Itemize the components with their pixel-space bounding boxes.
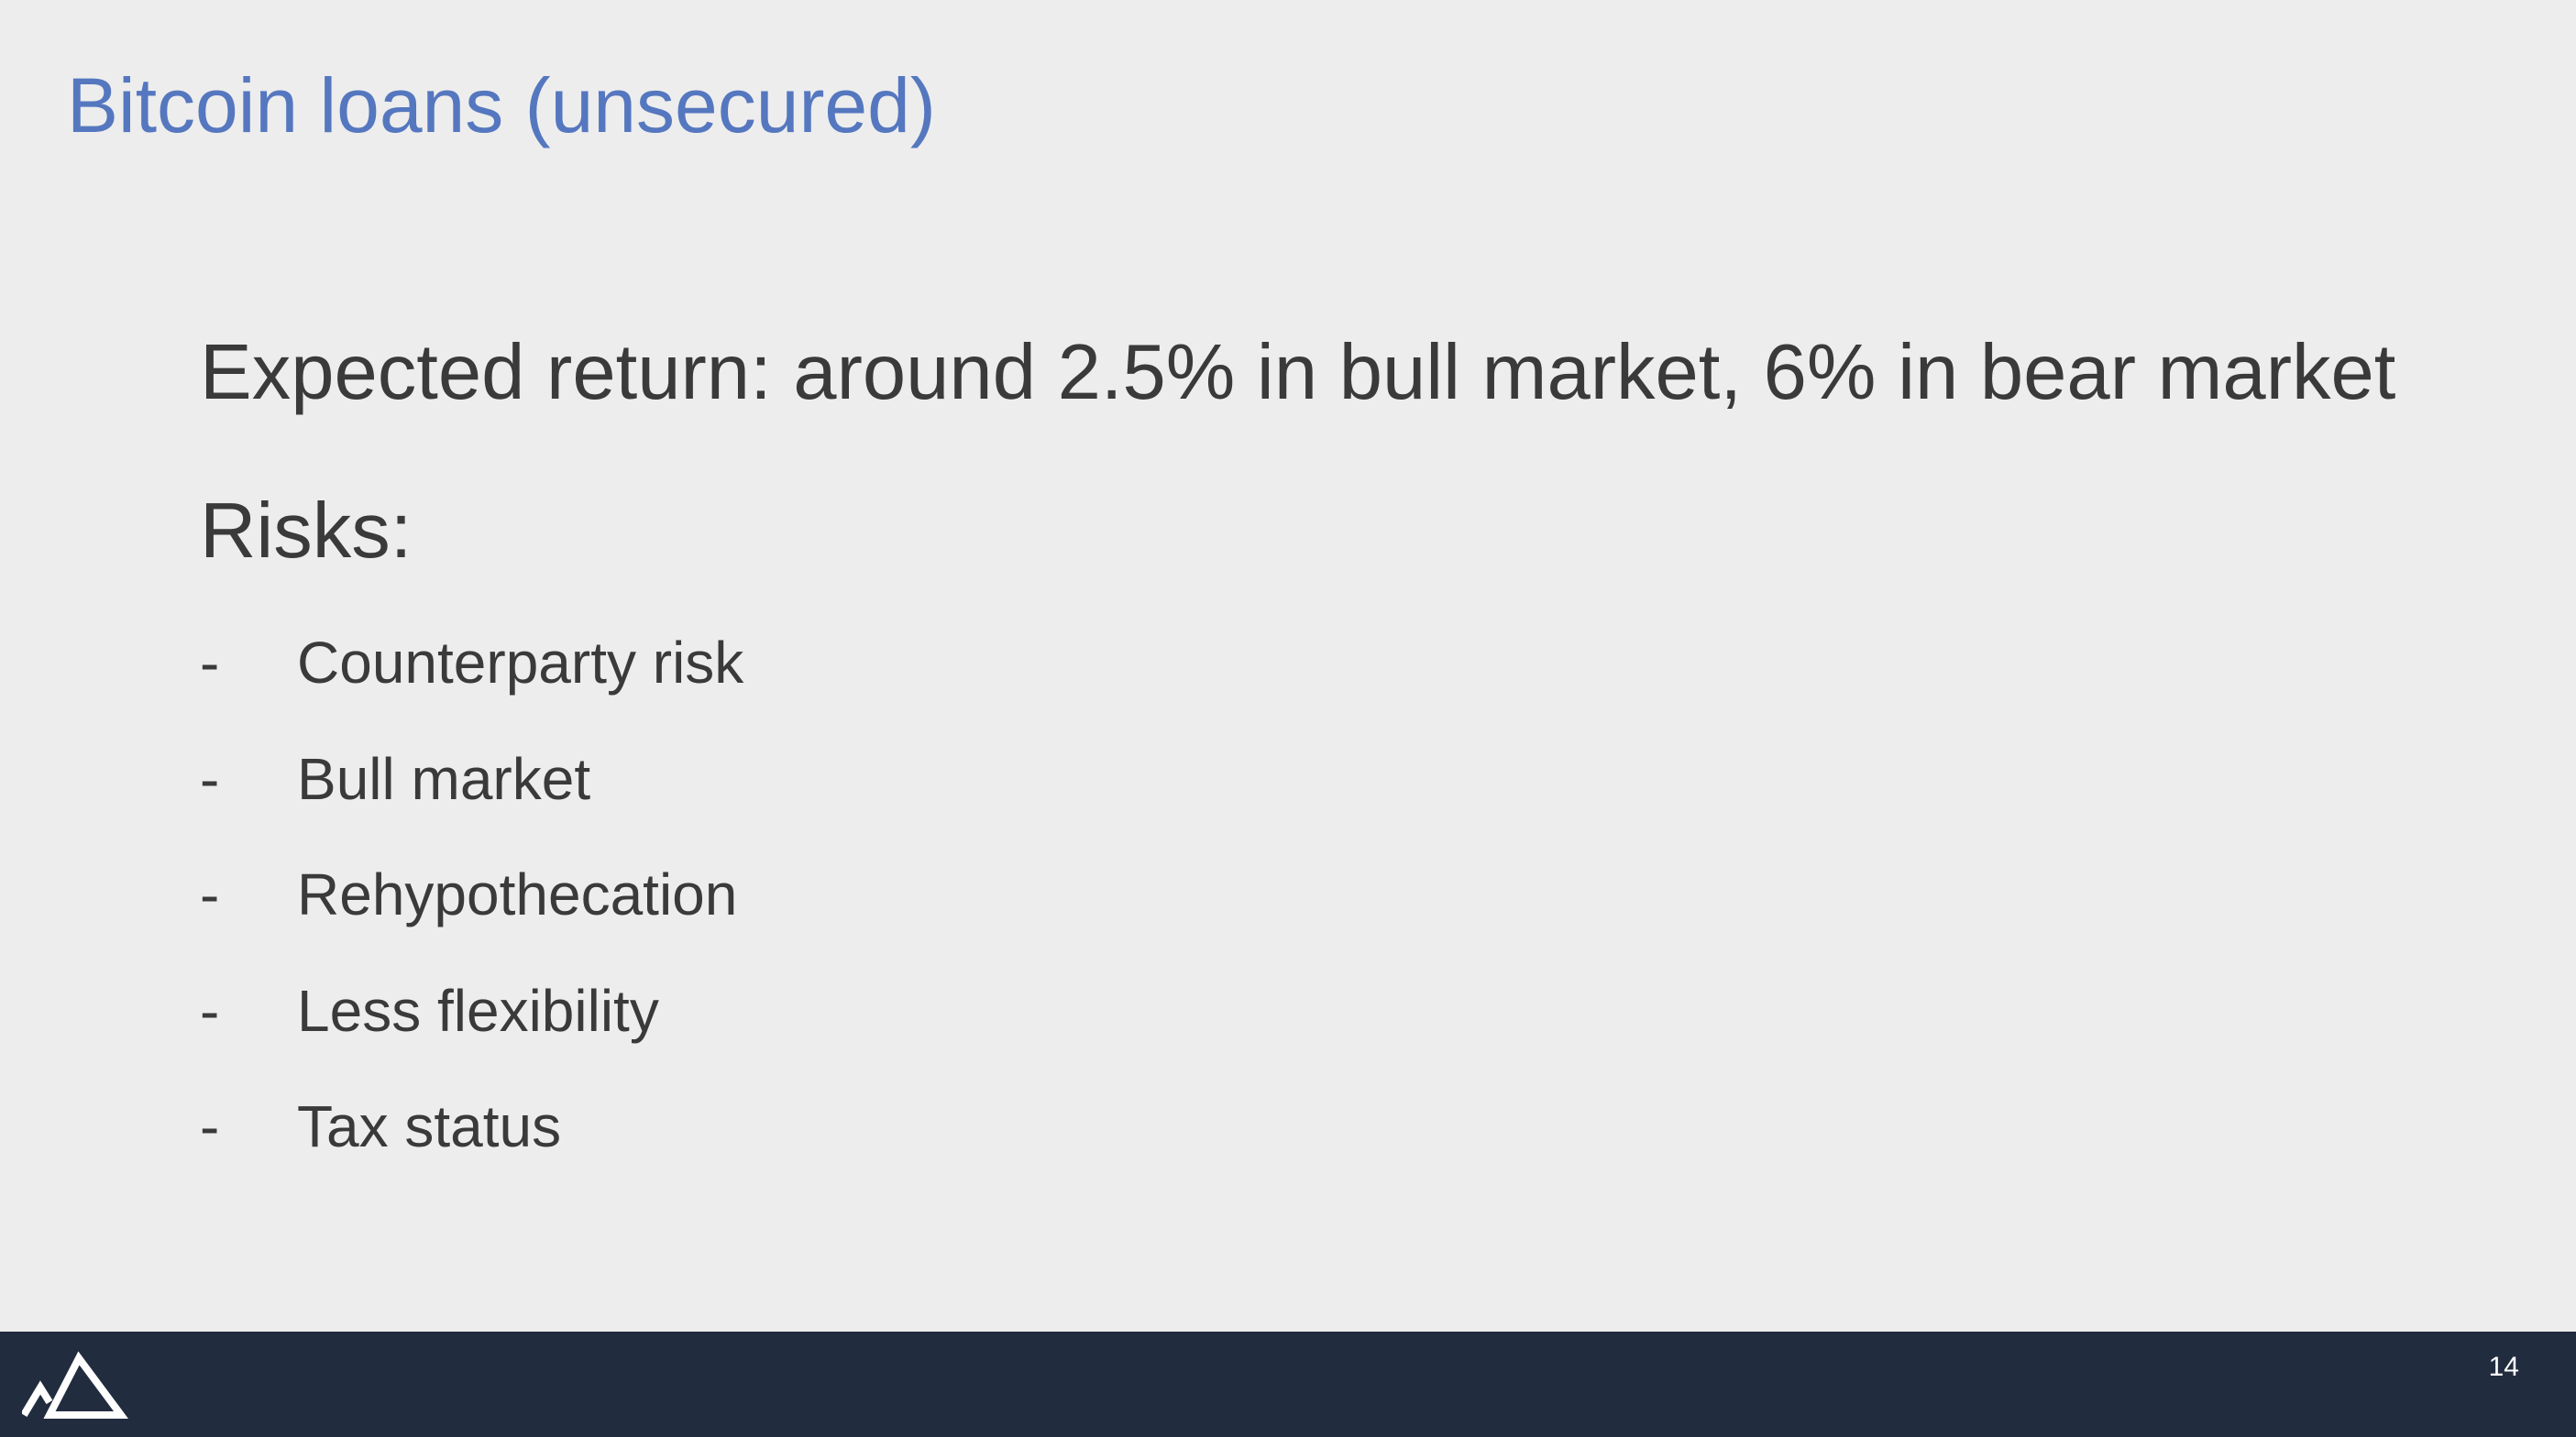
risk-label: Less flexibility (297, 977, 659, 1044)
risk-label: Tax status (297, 1093, 562, 1159)
footer-bar (0, 1332, 2576, 1437)
list-dash: - (200, 1093, 220, 1159)
slide-title: Bitcoin loans (unsecured) (67, 62, 936, 148)
list-dash: - (200, 977, 220, 1044)
risk-label: Rehypothecation (297, 861, 738, 927)
mountain-logo-icon (22, 1351, 128, 1419)
risk-label: Counterparty risk (297, 630, 744, 696)
risk-label: Bull market (297, 745, 591, 812)
list-dash: - (200, 745, 220, 812)
risks-heading: Risks: (200, 488, 413, 575)
list-dash: - (200, 861, 220, 927)
page-number: 14 (2488, 1352, 2519, 1382)
list-dash: - (200, 630, 220, 696)
expected-return-text: Expected return: around 2.5% in bull mar… (200, 329, 2396, 416)
